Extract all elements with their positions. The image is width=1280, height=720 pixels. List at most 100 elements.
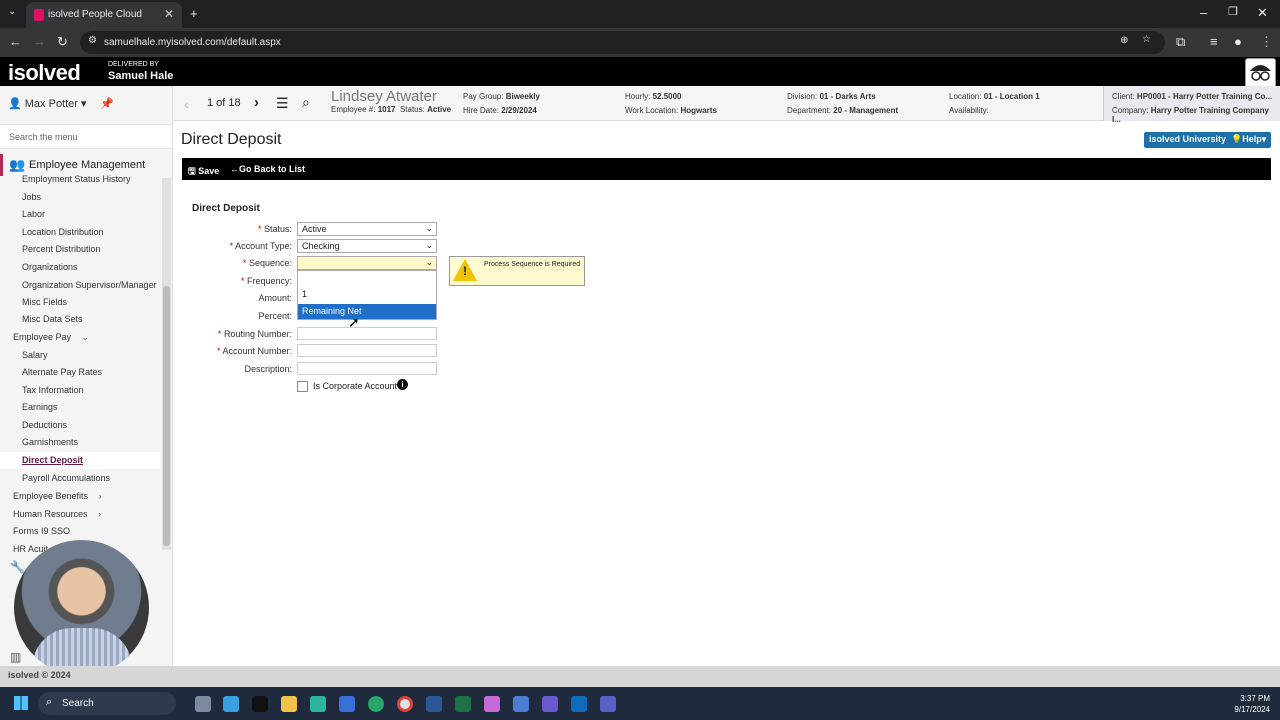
- status-select[interactable]: Active ⌄: [297, 222, 437, 236]
- user-icon: 👤: [8, 98, 22, 110]
- edge-icon[interactable]: [368, 696, 384, 712]
- client-avatar[interactable]: [1245, 58, 1276, 89]
- browser-menu-icon[interactable]: ⋮: [1260, 34, 1273, 50]
- list-icon[interactable]: ☰: [276, 95, 289, 112]
- work-location: Work Location: Hogwarts: [625, 106, 717, 115]
- tab-list-icon[interactable]: ⌄: [8, 6, 16, 17]
- browser-toolbar: ← → ↻ ⚙ samuelhale.myisolved.com/default…: [0, 28, 1280, 57]
- user-menu[interactable]: 👤 Max Potter ▾: [8, 97, 87, 110]
- division: Division: 01 - Darks Arts: [787, 92, 876, 101]
- browser-tab[interactable]: isolved People Cloud ✕: [26, 2, 182, 28]
- app-icon[interactable]: [513, 696, 529, 712]
- app-icon[interactable]: [542, 696, 558, 712]
- validation-tooltip: ! Process Sequence is Required: [449, 256, 585, 286]
- forward-icon[interactable]: →: [33, 34, 46, 49]
- paint-icon[interactable]: [484, 696, 500, 712]
- teams-icon[interactable]: [600, 696, 616, 712]
- back-icon[interactable]: ←: [9, 34, 22, 49]
- taskbar-search-label: Search: [62, 698, 94, 709]
- minimize-icon[interactable]: –: [1200, 5, 1207, 20]
- terminal-icon[interactable]: [252, 696, 268, 712]
- form-title: Direct Deposit: [192, 203, 260, 214]
- app-icon[interactable]: [339, 696, 355, 712]
- sidebar-item-earnings[interactable]: Earnings: [22, 402, 58, 412]
- tab-title: isolved People Cloud: [48, 9, 142, 20]
- routing-number-input[interactable]: [297, 327, 437, 340]
- sidebar-item-jobs[interactable]: Jobs: [22, 192, 41, 202]
- sequence-select[interactable]: ⌄: [297, 256, 437, 270]
- sequence-option-1[interactable]: 1: [298, 287, 436, 302]
- task-view-icon[interactable]: [195, 696, 211, 712]
- new-tab-icon[interactable]: +: [190, 6, 198, 21]
- outlook-icon[interactable]: [571, 696, 587, 712]
- isolved-university-button[interactable]: isolved University: [1144, 132, 1232, 148]
- sequence-option-remaining-net[interactable]: Remaining Net: [298, 304, 436, 319]
- description-input[interactable]: [297, 362, 437, 375]
- search-icon[interactable]: ⌕: [302, 94, 310, 111]
- client: Client: HP0001 - Harry Potter Training C…: [1112, 92, 1273, 101]
- address-bar[interactable]: ⚙ samuelhale.myisolved.com/default.aspx …: [80, 31, 1165, 54]
- save-icon: 🖫: [188, 166, 196, 176]
- prev-employee-icon[interactable]: ‹: [184, 96, 189, 112]
- reload-icon[interactable]: ↻: [57, 34, 68, 50]
- sidebar-scroll-thumb[interactable]: [163, 286, 170, 546]
- caret-down-icon: ▾: [1261, 134, 1267, 144]
- media-icon[interactable]: ≡: [1210, 34, 1218, 49]
- sidebar-item-employment-status-history[interactable]: Employment Status History: [22, 174, 131, 184]
- taskbar-search[interactable]: ⌕ Search: [38, 692, 176, 715]
- system-clock[interactable]: 3:37 PM 9/17/2024: [1234, 693, 1270, 715]
- go-back-button[interactable]: ←Go Back to List: [230, 164, 305, 174]
- calculator-icon[interactable]: [310, 696, 326, 712]
- info-icon[interactable]: i: [397, 379, 408, 390]
- isolved-logo[interactable]: isolved: [8, 60, 81, 86]
- word-icon[interactable]: [426, 696, 442, 712]
- glasses-face-icon: [1250, 65, 1271, 81]
- clock-date: 9/17/2024: [1234, 705, 1270, 714]
- bookmark-star-icon[interactable]: ☆: [1142, 34, 1151, 45]
- sidebar-item-tax-information[interactable]: Tax Information: [22, 385, 84, 395]
- sidebar-item-garnishments[interactable]: Garnishments: [22, 437, 78, 447]
- status-value: Active: [302, 224, 327, 234]
- corporate-account-label: Is Corporate Account: [313, 381, 398, 391]
- site-info-icon[interactable]: ⚙: [88, 35, 97, 46]
- url-text: samuelhale.myisolved.com/default.aspx: [104, 37, 281, 48]
- corporate-account-checkbox[interactable]: [297, 381, 308, 392]
- excel-icon[interactable]: [455, 696, 471, 712]
- help-button[interactable]: 💡Help▾: [1226, 132, 1272, 148]
- next-employee-icon[interactable]: ›: [254, 94, 259, 111]
- sidebar-item-direct-deposit[interactable]: Direct Deposit: [0, 452, 160, 469]
- zoom-icon[interactable]: ⊕: [1120, 35, 1128, 46]
- sidebar-item-employee-benefits[interactable]: Employee Benefits ›: [13, 491, 102, 501]
- sidebar-item-human-resources[interactable]: Human Resources ›: [13, 509, 101, 519]
- account-type-select[interactable]: Checking ⌄: [297, 239, 437, 253]
- close-window-icon[interactable]: ✕: [1257, 5, 1268, 21]
- sidebar-item-deductions[interactable]: Deductions: [22, 420, 67, 430]
- close-tab-icon[interactable]: ✕: [164, 7, 174, 21]
- reports-icon[interactable]: ▥: [10, 650, 21, 664]
- sequence-dropdown-list: 1 Remaining Net: [297, 270, 437, 320]
- profile-icon[interactable]: ●: [1234, 34, 1242, 49]
- file-explorer-icon[interactable]: [281, 696, 297, 712]
- routing-number-label: * Routing Number:: [217, 329, 292, 339]
- sequence-option-blank[interactable]: [298, 271, 436, 286]
- sidebar-item-forms-i9-sso[interactable]: Forms I9 SSO: [13, 526, 70, 536]
- account-number-input[interactable]: [297, 344, 437, 357]
- sidebar-item-labor[interactable]: Labor: [22, 209, 45, 219]
- extensions-icon[interactable]: ⧉: [1176, 34, 1185, 50]
- menu-search-input[interactable]: Search the menu: [0, 124, 172, 149]
- windows-start-icon[interactable]: [14, 696, 28, 710]
- save-button[interactable]: 🖫 Save: [188, 164, 219, 180]
- restore-icon[interactable]: ❐: [1228, 5, 1238, 18]
- chevron-down-icon: ⌄: [425, 240, 433, 250]
- employee-management-section[interactable]: 👥 Employee Management: [0, 154, 172, 176]
- status-label: * Status:: [257, 224, 292, 234]
- sidebar-item-payroll-accumulations[interactable]: Payroll Accumulations: [22, 473, 110, 483]
- action-toolbar: 🖫 Save ←Go Back to List: [182, 158, 1271, 180]
- chrome-icon[interactable]: [397, 696, 413, 712]
- widgets-icon[interactable]: [223, 696, 239, 712]
- browser-tab-strip: ⌄ isolved People Cloud ✕ + – ❐ ✕: [0, 0, 1280, 28]
- pin-icon[interactable]: 📌: [100, 97, 114, 110]
- client-info: Client: HP0001 - Harry Potter Training C…: [1103, 86, 1280, 124]
- percent-label: Percent:: [258, 311, 292, 321]
- hire-date: Hire Date: 2/29/2024: [463, 106, 537, 115]
